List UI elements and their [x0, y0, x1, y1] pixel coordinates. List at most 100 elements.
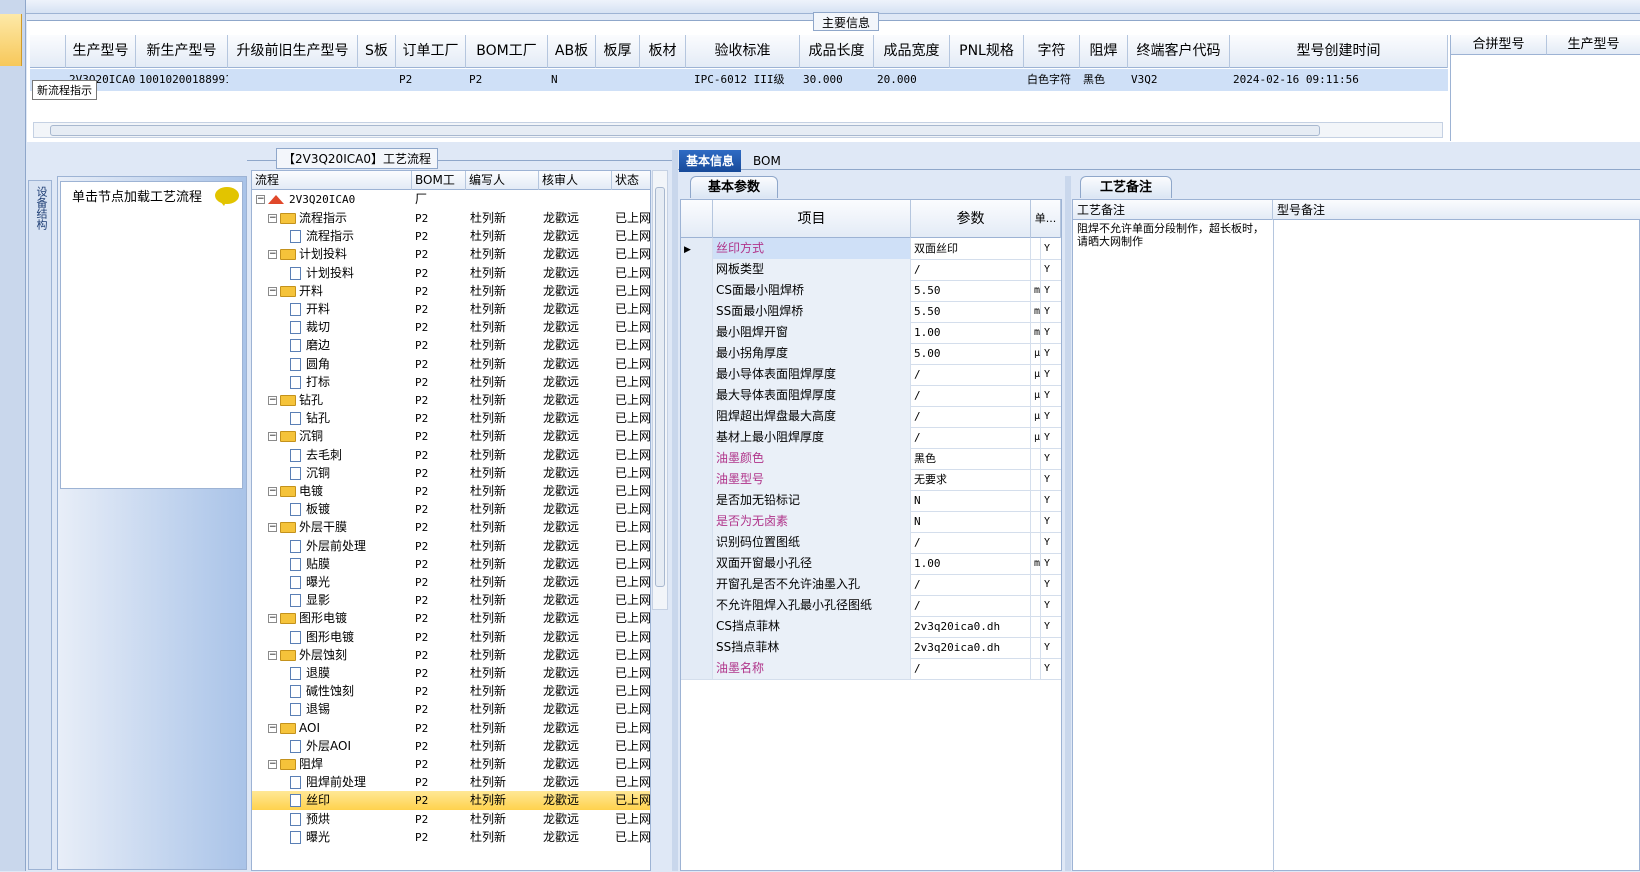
col-status[interactable]: 状态 — [612, 171, 650, 190]
row-indicator[interactable] — [681, 385, 713, 406]
param-row[interactable]: 油墨名称 / Y — [681, 658, 1061, 680]
col-model-note[interactable]: 型号备注 — [1273, 200, 1640, 220]
tree-row[interactable]: − 阻焊 P2 杜列新 龙歡远 已上网 — [252, 755, 650, 774]
tree-row[interactable]: 贴膜 P2 杜列新 龙歡远 已上网 — [252, 555, 650, 574]
col-new-production-model[interactable]: 新生产型号 — [136, 35, 228, 68]
pinned-tab[interactable] — [0, 14, 22, 66]
col-param[interactable]: 参数 — [911, 200, 1031, 238]
collapse-icon[interactable]: − — [268, 214, 277, 223]
collapse-icon[interactable]: − — [268, 650, 277, 660]
param-value[interactable]: N — [911, 490, 1031, 511]
param-row[interactable]: 最小导体表面阻焊厚度/μmY — [681, 364, 1061, 386]
param-value[interactable]: 黑色 — [911, 448, 1031, 469]
splitter[interactable] — [672, 150, 678, 871]
tree-row[interactable]: 曝光 P2 杜列新 龙歡远 已上网 — [252, 828, 650, 847]
row-indicator[interactable] — [681, 364, 713, 385]
param-row[interactable]: 双面开窗最小孔径1.00mmY — [681, 553, 1061, 575]
param-row[interactable]: 最小阻焊开窗1.00milY — [681, 322, 1061, 344]
col-process-note[interactable]: 工艺备注 — [1073, 200, 1273, 220]
param-value[interactable]: 2v3q20ica0.dh — [911, 637, 1031, 658]
col-production-model[interactable]: 生产型号 — [66, 35, 136, 68]
param-value[interactable]: / — [911, 385, 1031, 406]
collapse-icon[interactable]: − — [268, 614, 277, 624]
param-row[interactable]: CS挡点菲林 2v3q20ica0.dh Y — [681, 616, 1061, 638]
col-width[interactable]: 成品宽度 — [874, 35, 950, 68]
tree-row[interactable]: − 流程指示 P2 杜列新 龙歡远 已上网 — [252, 209, 650, 228]
param-row[interactable]: CS面最小阻焊桥5.50milY — [681, 280, 1061, 302]
param-value[interactable]: / — [911, 427, 1031, 448]
col-flow[interactable]: 流程 — [252, 171, 412, 190]
collapse-icon[interactable]: − — [268, 723, 277, 733]
param-row[interactable]: ▶ 丝印方式 双面丝印 Y — [681, 238, 1061, 260]
col-solder-mask[interactable]: 阻焊 — [1080, 35, 1128, 68]
collapse-icon[interactable]: − — [268, 432, 277, 442]
tree-row[interactable]: 去毛刺 P2 杜列新 龙歡远 已上网 — [252, 446, 650, 465]
tree-row[interactable]: 阻焊前处理 P2 杜列新 龙歡远 已上网 — [252, 773, 650, 792]
param-row[interactable]: 是否为无卤素 N Y — [681, 511, 1061, 533]
col-character[interactable]: 字符 — [1024, 35, 1080, 68]
collapse-icon[interactable]: − — [268, 396, 277, 405]
param-value[interactable]: / — [911, 259, 1031, 280]
param-row[interactable]: 最大导体表面阻焊厚度/μmY — [681, 385, 1061, 407]
tab-bom[interactable]: BOM — [746, 150, 788, 172]
tree-row[interactable]: − 计划投料 P2 杜列新 龙歡远 已上网 — [252, 245, 650, 264]
tree-row[interactable]: 板镀 P2 杜列新 龙歡远 已上网 — [252, 500, 650, 519]
param-value[interactable]: 2v3q20ica0.dh — [911, 616, 1031, 637]
row-indicator[interactable] — [681, 637, 713, 658]
row-indicator[interactable] — [681, 406, 713, 427]
param-row[interactable]: 油墨型号 无要求 Y — [681, 469, 1061, 491]
param-value[interactable]: N — [911, 511, 1031, 532]
param-value[interactable]: 5.50 — [911, 301, 1031, 322]
col-writer[interactable]: 编写人 — [466, 171, 539, 190]
col-created-time[interactable]: 型号创建时间 — [1230, 35, 1448, 68]
col-item[interactable]: 项目 — [713, 200, 911, 238]
param-row[interactable]: SS面最小阻焊桥5.50milY — [681, 301, 1061, 323]
col-merge-production-model[interactable]: 生产型号 — [1547, 35, 1640, 55]
tree-row[interactable]: 磨边 P2 杜列新 龙歡远 已上网 — [252, 336, 650, 355]
tab-basic-params[interactable]: 基本参数 — [690, 176, 778, 198]
tree-row[interactable]: 退锡 P2 杜列新 龙歡远 已上网 — [252, 700, 650, 719]
col-merge-model[interactable]: 合拼型号 — [1451, 35, 1547, 55]
tree-row[interactable]: 开料 P2 杜列新 龙歡远 已上网 — [252, 300, 650, 319]
col-thickness[interactable]: 板厚 — [596, 35, 640, 68]
param-value[interactable]: / — [911, 364, 1031, 385]
tree-row[interactable]: 碱性蚀刻 P2 杜列新 龙歡远 已上网 — [252, 682, 650, 701]
tree-row[interactable]: 外层AOI P2 杜列新 龙歡远 已上网 — [252, 737, 650, 756]
tree-row[interactable]: 图形电镀 P2 杜列新 龙歡远 已上网 — [252, 628, 650, 647]
row-indicator[interactable] — [681, 511, 713, 532]
param-value[interactable]: / — [911, 574, 1031, 595]
tree-row[interactable]: − 外层蚀刻 P2 杜列新 龙歡远 已上网 — [252, 646, 650, 665]
tree-row[interactable]: 圆角 P2 杜列新 龙歡远 已上网 — [252, 355, 650, 374]
param-value[interactable]: 1.00 — [911, 322, 1031, 343]
tree-row[interactable]: − 图形电镀 P2 杜列新 龙歡远 已上网 — [252, 609, 650, 628]
tree-row[interactable]: 流程指示 P2 杜列新 龙歡远 已上网 — [252, 227, 650, 246]
collapse-icon[interactable]: − — [256, 195, 265, 204]
collapse-icon[interactable]: − — [268, 487, 277, 496]
param-value[interactable]: / — [911, 532, 1031, 553]
splitter[interactable] — [1065, 176, 1071, 871]
row-indicator[interactable] — [681, 574, 713, 595]
row-indicator[interactable] — [681, 280, 713, 301]
row-indicator[interactable] — [681, 469, 713, 490]
tree-root[interactable]: − 2V3Q20ICA0 — [252, 190, 650, 209]
row-indicator[interactable] — [681, 532, 713, 553]
param-row[interactable]: 开窗孔是否不允许油墨入孔 / Y — [681, 574, 1061, 596]
tree-row[interactable]: − 外层干膜 P2 杜列新 龙歡远 已上网 — [252, 518, 650, 537]
tree-row[interactable]: 沉铜 P2 杜列新 龙歡远 已上网 — [252, 464, 650, 483]
param-row[interactable]: 基材上最小阻焊厚度/μmY — [681, 427, 1061, 449]
main-grid-row[interactable]: 2V3Q20ICA0 10010200188991 P2 P2 N IPC-60… — [30, 69, 1448, 91]
flow-tree-vscrollbar[interactable] — [652, 170, 668, 610]
tree-row[interactable]: − 开料 P2 杜列新 龙歡远 已上网 — [252, 282, 650, 301]
param-row[interactable]: 网板类型 / Y — [681, 259, 1061, 281]
tree-row[interactable]: 退膜 P2 杜列新 龙歡远 已上网 — [252, 664, 650, 683]
row-indicator[interactable] — [681, 301, 713, 322]
col-reviewer[interactable]: 核审人 — [539, 171, 612, 190]
param-row[interactable]: 最小拐角厚度5.00μmY — [681, 343, 1061, 365]
param-row[interactable]: 油墨颜色 黑色 Y — [681, 448, 1061, 470]
row-indicator[interactable] — [681, 322, 713, 343]
col-acceptance-standard[interactable]: 验收标准 — [686, 35, 800, 68]
node-box[interactable] — [60, 181, 243, 489]
main-grid-hscrollbar[interactable] — [33, 122, 1443, 138]
param-row[interactable]: 识别码位置图纸 / Y — [681, 532, 1061, 554]
param-value[interactable]: 1.00 — [911, 553, 1031, 574]
